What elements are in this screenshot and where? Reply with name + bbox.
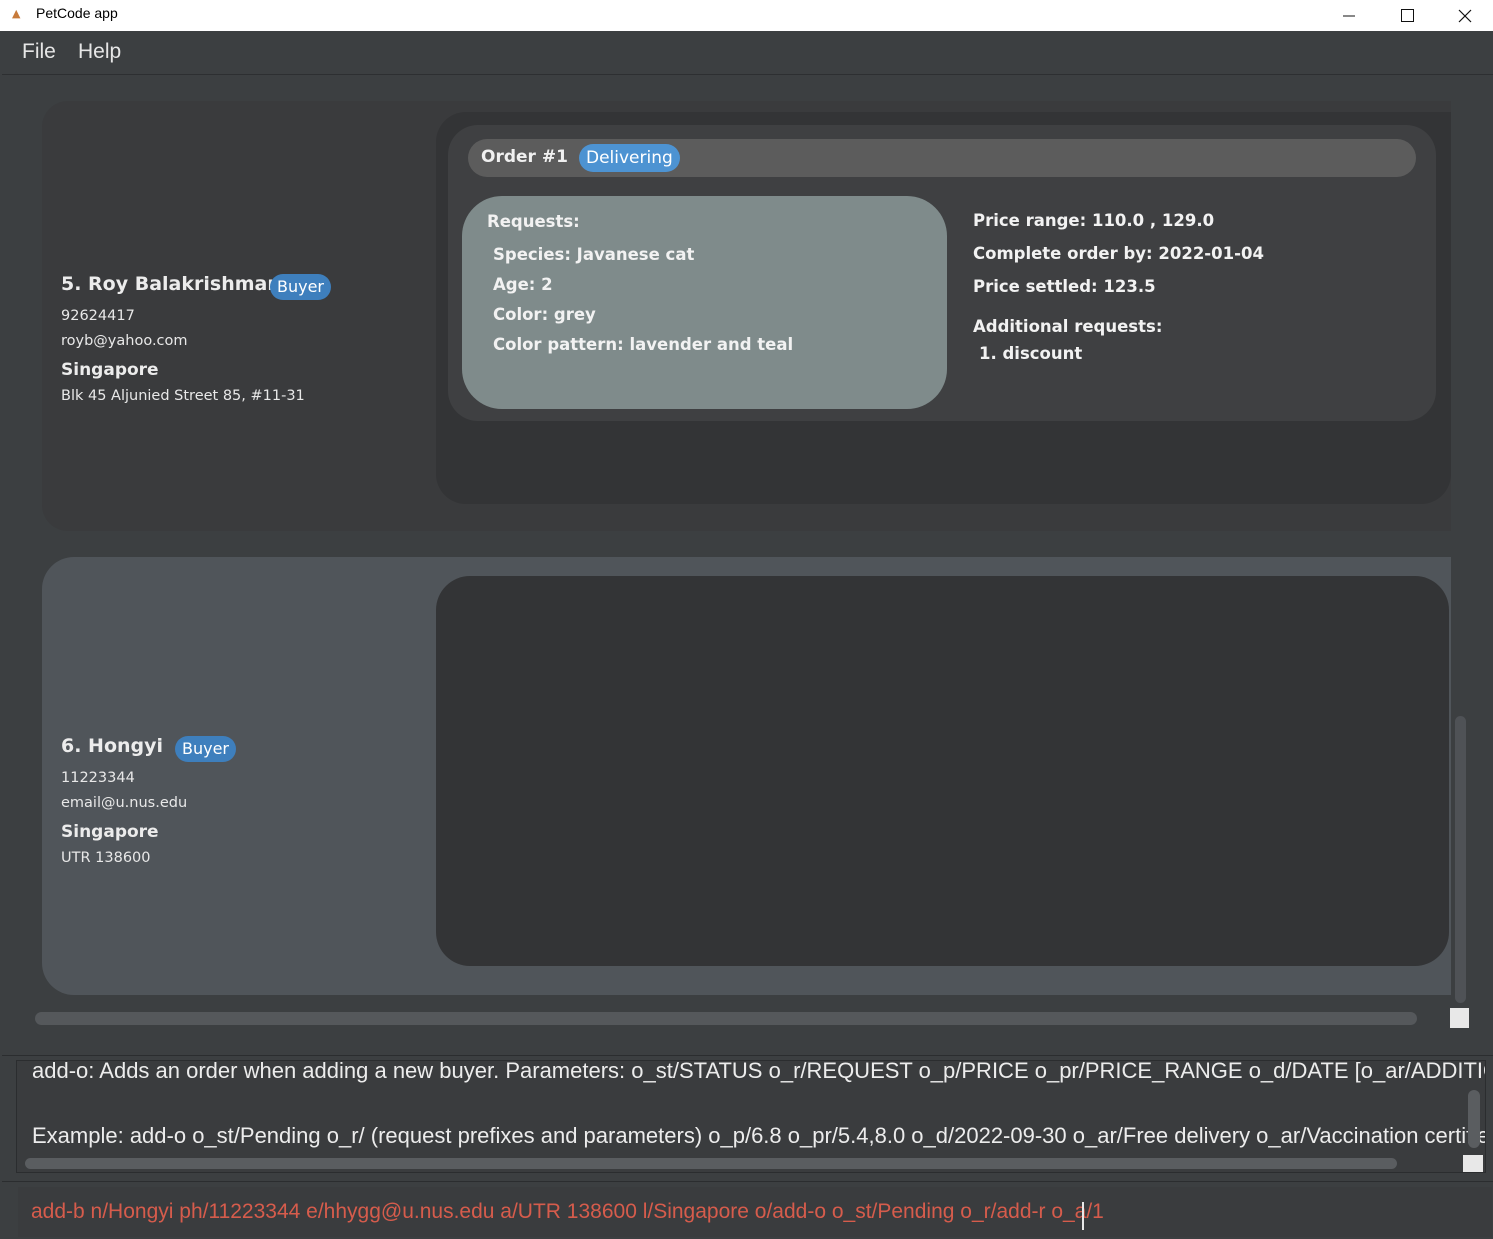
complete-by-date: Complete order by: 2022-01-04 <box>973 244 1264 263</box>
result-display-pane: add-o: Adds an order when adding a new b… <box>2 1055 1493 1179</box>
request-color-pattern: Color pattern: lavender and teal <box>493 335 794 354</box>
result-display[interactable]: add-o: Adds an order when adding a new b… <box>16 1060 1486 1173</box>
maximize-button[interactable] <box>1378 0 1436 31</box>
person-name: 6. Hongyi <box>61 735 164 757</box>
result-usage-line: add-o: Adds an order when adding a new b… <box>32 1060 1485 1083</box>
person-name: 5. Roy Balakrishman <box>61 273 281 295</box>
person-list[interactable]: 5. Roy Balakrishman Buyer 92624417 royb@… <box>2 76 1493 1054</box>
command-box-pane <box>2 1181 1493 1239</box>
list-horizontal-scrollbar[interactable] <box>35 1012 1417 1025</box>
close-button[interactable] <box>1436 0 1493 31</box>
person-address: UTR 138600 <box>61 850 151 866</box>
person-phone: 11223344 <box>61 770 135 786</box>
person-email: email@u.nus.edu <box>61 795 188 811</box>
role-badge: Buyer <box>175 736 237 762</box>
order-card[interactable]: Order #1 Delivering Requests: Species: J… <box>448 125 1436 421</box>
price-settled: Price settled: 123.5 <box>973 277 1156 296</box>
order-header: Order #1 Delivering <box>468 139 1416 177</box>
menu-file[interactable]: File <box>22 40 56 64</box>
additional-requests-heading: Additional requests: <box>973 317 1163 336</box>
minimize-icon <box>1343 15 1355 16</box>
person-address: Blk 45 Aljunied Street 85, #11-31 <box>61 388 305 404</box>
request-box: Requests: Species: Javanese cat Age: 2 C… <box>462 196 947 409</box>
app-logo-icon: ▲ <box>12 7 21 20</box>
person-location: Singapore <box>61 822 159 842</box>
list-vertical-scrollbar[interactable] <box>1455 716 1466 1003</box>
person-phone: 92624417 <box>61 308 135 324</box>
person-location: Singapore <box>61 360 159 380</box>
result-horizontal-scrollbar[interactable] <box>25 1158 1397 1169</box>
close-icon <box>1458 9 1472 22</box>
result-vertical-scrollbar[interactable] <box>1468 1090 1480 1148</box>
requests-heading: Requests: <box>487 212 580 231</box>
title-bar: ▲ PetCode app <box>0 0 1493 31</box>
order-title: Order #1 <box>481 147 568 167</box>
role-badge: Buyer <box>270 274 332 300</box>
minimize-button[interactable] <box>1320 0 1378 31</box>
order-list[interactable]: Order #1 Delivering Requests: Species: J… <box>436 112 1451 504</box>
text-caret <box>1082 1202 1084 1230</box>
request-color: Color: grey <box>493 305 596 324</box>
person-email: royb@yahoo.com <box>61 333 188 349</box>
result-scroll-corner <box>1463 1155 1483 1172</box>
command-input[interactable] <box>18 1187 1492 1237</box>
window-title: PetCode app <box>36 5 118 21</box>
result-example-line: Example: add-o o_st/Pending o_r/ (reques… <box>32 1123 1486 1148</box>
menu-help[interactable]: Help <box>78 40 121 64</box>
maximize-icon <box>1400 9 1414 22</box>
order-status-badge: Delivering <box>579 144 680 172</box>
order-list[interactable] <box>436 576 1449 966</box>
additional-request-item: 1. discount <box>979 344 1083 363</box>
request-species: Species: Javanese cat <box>493 245 695 264</box>
menu-bar: File Help <box>2 31 1493 75</box>
price-range: Price range: 110.0 , 129.0 <box>973 211 1215 230</box>
request-age: Age: 2 <box>493 275 553 294</box>
person-card[interactable]: 6. Hongyi Buyer 11223344 email@u.nus.edu… <box>42 557 1451 995</box>
person-card[interactable]: 5. Roy Balakrishman Buyer 92624417 royb@… <box>42 101 1451 531</box>
scroll-corner <box>1450 1008 1469 1028</box>
